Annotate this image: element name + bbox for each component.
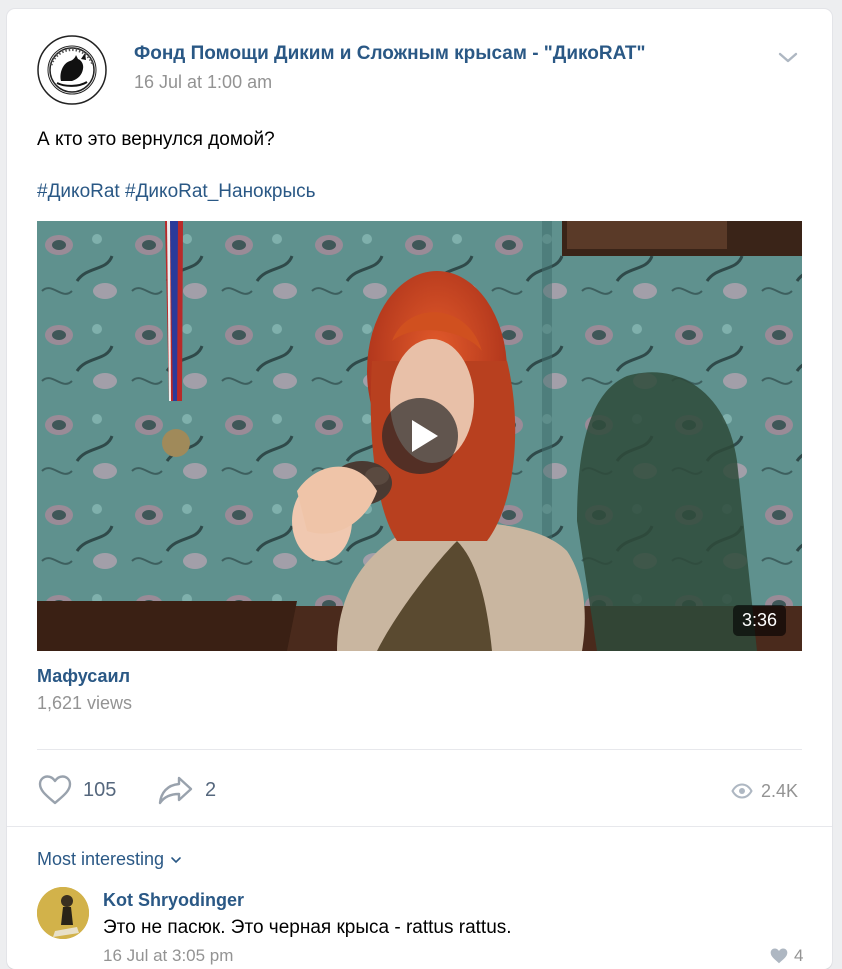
play-icon — [412, 420, 438, 452]
comment-text: Это не пасюк. Это черная крыса - rattus … — [103, 917, 512, 938]
share-icon — [158, 776, 193, 805]
community-avatar[interactable] — [37, 35, 107, 105]
post-card: Фонд Помощи Диким и Сложным крысам - "Ди… — [7, 9, 832, 969]
like-button[interactable]: 105 — [37, 772, 116, 808]
chevron-down-icon — [171, 856, 181, 863]
video-duration: 3:36 — [733, 605, 787, 636]
share-count: 2 — [205, 778, 217, 801]
community-logo — [37, 35, 107, 105]
views-counter: 2.4K — [731, 776, 798, 806]
views-count: 2.4K — [761, 780, 799, 801]
heart-icon — [38, 775, 72, 805]
share-button[interactable]: 2 — [157, 772, 216, 808]
post-menu-chevron-down-icon[interactable] — [777, 49, 799, 65]
comments-sort-dropdown[interactable]: Most interesting — [37, 849, 182, 870]
comment-author-avatar[interactable] — [37, 887, 89, 939]
video-views: 1,621 views — [37, 693, 133, 713]
like-count: 105 — [83, 778, 117, 801]
video-title[interactable]: Мафусаил — [37, 666, 130, 687]
community-name[interactable]: Фонд Помощи Диким и Сложным крысам - "Ди… — [134, 43, 646, 65]
comment-author-name[interactable]: Kot Shryodinger — [103, 890, 244, 911]
hashtag-link[interactable]: #ДикоRat — [37, 181, 120, 202]
comment-like-count: 4 — [794, 946, 804, 965]
hashtag-link[interactable]: #ДикоRat_Нанокрысь — [125, 181, 316, 202]
video-thumbnail[interactable]: 3:36 — [37, 221, 802, 651]
post-date[interactable]: 16 Jul at 1:00 am — [134, 72, 272, 93]
heart-icon — [770, 948, 788, 964]
post-hashtags: #ДикоRat #ДикоRat_Нанокрысь — [37, 181, 316, 203]
section-divider — [7, 826, 832, 827]
post-text: А кто это вернулся домой? — [37, 129, 275, 150]
comment-like-button[interactable]: 4 — [769, 946, 803, 966]
eye-icon — [731, 783, 753, 799]
play-button[interactable] — [382, 398, 458, 474]
comment-date[interactable]: 16 Jul at 3:05 pm — [103, 946, 233, 966]
comments-sort-label: Most interesting — [37, 849, 165, 869]
divider — [37, 749, 802, 750]
